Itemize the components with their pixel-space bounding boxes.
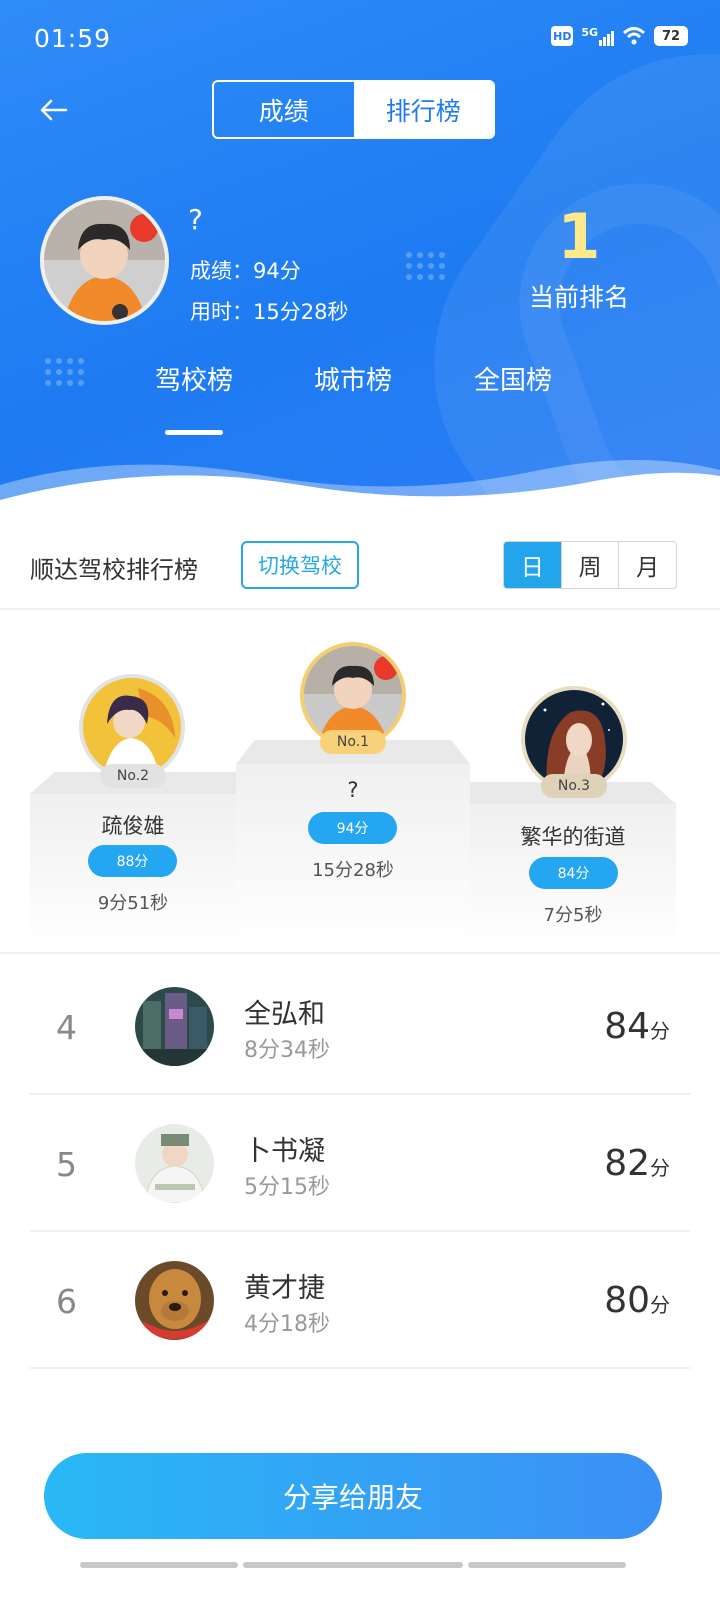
- row-name: 全弘和: [244, 999, 325, 1030]
- row-score-unit: 分: [650, 1019, 670, 1043]
- row-time: 5分15秒: [244, 1175, 330, 1200]
- my-time: 用时：15分28秒: [190, 300, 349, 324]
- nav-bar-segment: [468, 1562, 626, 1568]
- row-time: 8分34秒: [244, 1038, 330, 1063]
- list-item[interactable]: 6 黄才捷 4分18秒 80分: [30, 1232, 690, 1369]
- row-score-value: 82: [604, 1143, 650, 1184]
- nav-bar-segment: [243, 1562, 463, 1568]
- name-first: ?: [347, 778, 359, 802]
- wifi-icon: [622, 27, 646, 45]
- tab-scores[interactable]: 成绩: [214, 82, 354, 137]
- list-item[interactable]: 4 全弘和 8分34秒 84分: [30, 958, 690, 1095]
- row-score: 80分: [604, 1280, 670, 1321]
- period-selector: 日 周 月: [503, 541, 677, 589]
- time-second: 9分51秒: [97, 893, 169, 914]
- current-rank-label: 当前排名: [528, 283, 629, 312]
- current-rank-value: 1: [557, 200, 601, 273]
- period-day[interactable]: 日: [504, 542, 561, 588]
- row-rank: 6: [56, 1282, 77, 1321]
- row-avatar: [135, 1261, 214, 1340]
- row-score-unit: 分: [650, 1156, 670, 1180]
- row-name: 黄才捷: [244, 1273, 325, 1304]
- my-name: ?: [188, 203, 203, 236]
- row-score-value: 84: [604, 1006, 650, 1047]
- list-item[interactable]: 5 卜书凝 5分15秒 82分: [30, 1095, 690, 1232]
- time-first: 15分28秒: [312, 860, 394, 881]
- scope-tabs: 驾校榜 城市榜 全国榜: [0, 360, 720, 440]
- row-rank: 4: [56, 1008, 77, 1047]
- header-banner: 01:59 HD 5G 72 成绩 排行榜 ? 成绩：94分 用时：15分28秒…: [0, 0, 720, 510]
- score-second: 88分: [88, 845, 177, 877]
- row-score-value: 80: [604, 1280, 650, 1321]
- ranking-list: 4 全弘和 8分34秒 84分 5 卜书凝 5分15秒 82分 6 黄才捷 4分…: [0, 958, 720, 1369]
- back-arrow-icon[interactable]: [36, 92, 72, 128]
- row-score: 82分: [604, 1143, 670, 1184]
- row-score-unit: 分: [650, 1293, 670, 1317]
- tab-city[interactable]: 城市榜: [293, 360, 413, 397]
- row-avatar: [135, 987, 214, 1066]
- status-bar: 01:59 HD 5G 72: [0, 0, 720, 80]
- decor-dots: [406, 252, 445, 280]
- badge-third: No.3: [541, 774, 607, 798]
- tab-national[interactable]: 全国榜: [453, 360, 573, 397]
- tab-ranking[interactable]: 排行榜: [353, 82, 493, 137]
- period-month[interactable]: 月: [618, 542, 676, 588]
- switch-school-button[interactable]: 切换驾校: [241, 541, 359, 589]
- status-time: 01:59: [34, 24, 112, 53]
- wave-divider: [0, 460, 720, 510]
- my-score: 成绩：94分: [190, 259, 301, 283]
- board-header: 顺达驾校排行榜 切换驾校 日 周 月: [0, 530, 720, 610]
- view-switch: 成绩 排行榜: [212, 80, 495, 139]
- row-score: 84分: [604, 1006, 670, 1047]
- network-type: 5G: [581, 26, 598, 39]
- time-third: 7分5秒: [543, 905, 603, 926]
- active-tab-indicator: [165, 430, 223, 435]
- badge-second: No.2: [100, 764, 166, 788]
- podium: No.2 No.1 No.3 疏俊雄 88分 9分51秒 ? 94分 15分28…: [0, 612, 720, 954]
- row-time: 4分18秒: [244, 1312, 330, 1337]
- my-avatar: [40, 196, 169, 325]
- score-first: 94分: [308, 812, 397, 844]
- battery-icon: 72: [654, 26, 688, 46]
- share-button[interactable]: 分享给朋友: [44, 1453, 662, 1539]
- tab-school[interactable]: 驾校榜: [134, 360, 254, 397]
- hd-icon: HD: [551, 26, 574, 46]
- name-second: 疏俊雄: [101, 814, 165, 838]
- period-week[interactable]: 周: [560, 542, 619, 588]
- score-third: 84分: [529, 857, 618, 889]
- board-title: 顺达驾校排行榜: [30, 556, 198, 584]
- row-name: 卜书凝: [244, 1136, 325, 1167]
- status-icons: HD 5G 72: [551, 26, 688, 46]
- row-avatar: [135, 1124, 214, 1203]
- name-third: 繁华的街道: [520, 825, 626, 849]
- nav-bar-segment: [80, 1562, 238, 1568]
- signal-icon: 5G: [581, 26, 614, 46]
- row-rank: 5: [56, 1145, 77, 1184]
- badge-first: No.1: [320, 730, 386, 754]
